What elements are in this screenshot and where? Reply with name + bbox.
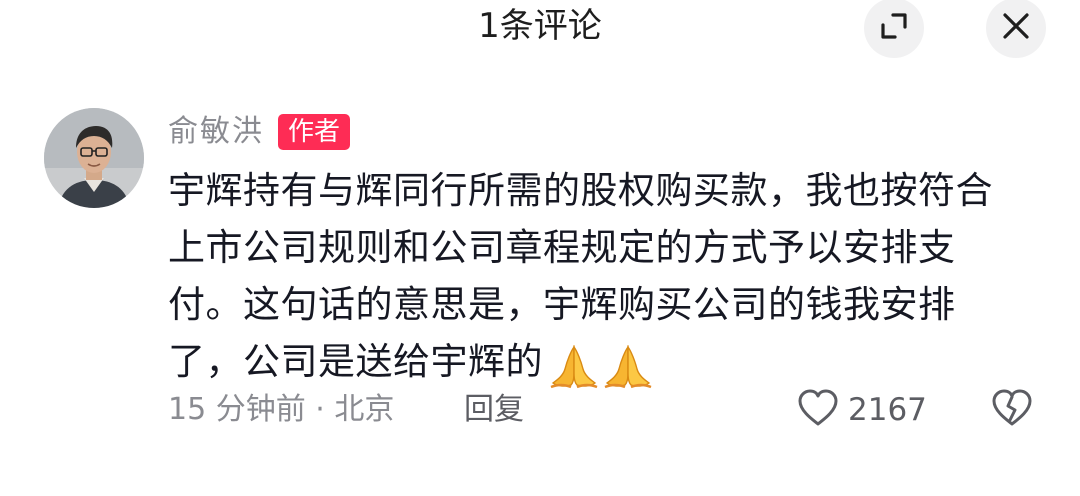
like-button[interactable]: 2167 <box>796 388 927 432</box>
author-badge: 作者 <box>278 114 351 150</box>
comment-meta-row: 15 分钟前 · 北京 回复 2167 <box>168 388 1038 432</box>
comment-item: 俞敏洪 作者 宇辉持有与辉同行所需的股权购买款，我也按符合上市公司规则和公司章程… <box>0 96 1080 456</box>
close-button[interactable] <box>986 0 1046 58</box>
comment-time-location: 15 分钟前 · 北京 <box>168 392 395 427</box>
comment-body: 宇辉持有与辉同行所需的股权购买款，我也按符合上市公司规则和公司章程规定的方式予以… <box>168 162 1008 392</box>
reply-button[interactable]: 回复 <box>464 388 524 432</box>
expand-icon <box>879 11 909 45</box>
comments-header: 1条评论 <box>0 0 1080 58</box>
comments-panel: 1条评论 俞敏洪 作者 宇辉持有与辉同行所需的股权购买款，我也按符合上市公司规则… <box>0 0 1080 496</box>
close-icon <box>1001 11 1031 45</box>
dislike-button[interactable] <box>990 388 1034 432</box>
like-count: 2167 <box>848 392 927 428</box>
author-row: 俞敏洪 作者 <box>168 112 351 152</box>
folded-hands-icon <box>601 342 655 388</box>
expand-button[interactable] <box>864 0 924 58</box>
heart-icon <box>796 388 840 432</box>
broken-heart-icon <box>990 388 1034 432</box>
emoji-group <box>547 335 655 392</box>
folded-hands-icon <box>547 342 601 388</box>
author-name[interactable]: 俞敏洪 <box>168 112 264 152</box>
avatar[interactable] <box>44 108 144 208</box>
